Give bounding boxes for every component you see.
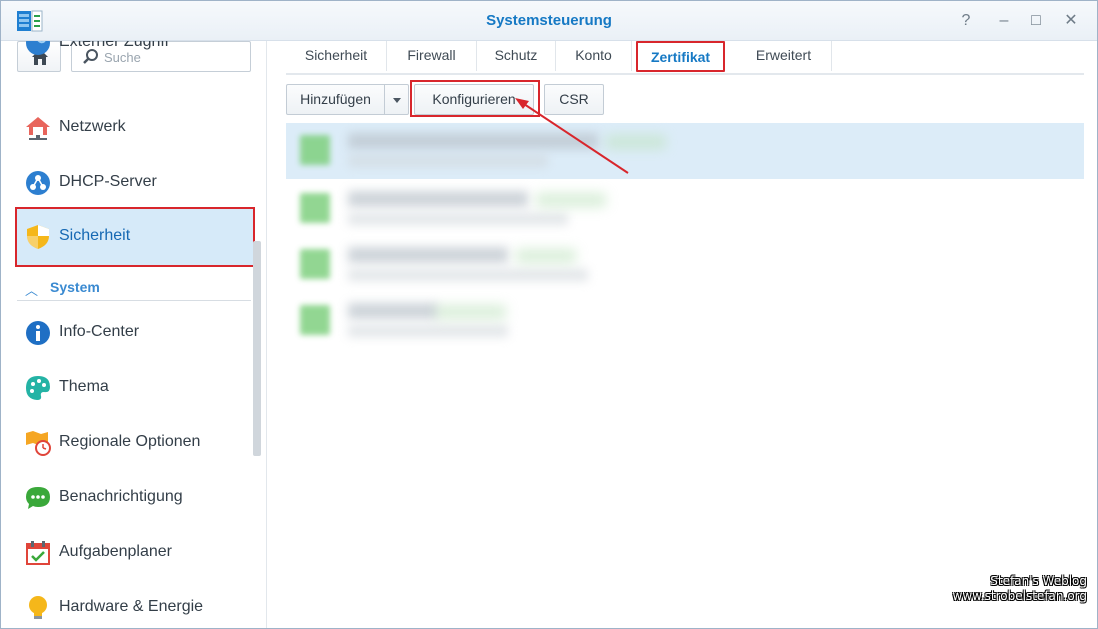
certificate-row[interactable] (286, 123, 1084, 179)
sidebar-item-label: Thema (59, 378, 109, 395)
certificate-list (286, 123, 1084, 363)
title-bar[interactable]: Systemsteuerung ? – □ ✕ (1, 1, 1097, 41)
redacted-tag (606, 135, 666, 149)
redacted-name (348, 247, 508, 263)
close-icon[interactable]: ✕ (1061, 11, 1081, 31)
control-panel-window: Systemsteuerung ? – □ ✕ Externer Zugriff (0, 0, 1098, 629)
sidebar: Externer Zugriff Netzwerk DHCP-Server (1, 41, 267, 628)
help-icon[interactable]: ? (956, 11, 976, 31)
tab-bar: Sicherheit Firewall Schutz Konto Zertifi… (286, 41, 1084, 75)
sidebar-item-label: Sicherheit (59, 227, 131, 244)
redacted-tag (516, 249, 576, 263)
map-clock-icon (26, 431, 51, 456)
certificate-status-icon (300, 135, 330, 165)
sidebar-item-notification[interactable]: Benachrichtigung (15, 468, 255, 528)
info-icon (26, 321, 50, 345)
tab-security[interactable]: Sicherheit (286, 41, 387, 71)
sidebar-item-label: Hardware & Energie (59, 598, 204, 615)
sidebar-section-system[interactable]: ︿ System (17, 277, 251, 301)
sidebar-item-info-center[interactable]: Info-Center (15, 303, 255, 363)
sidebar-item-label: Benachrichtigung (59, 488, 183, 505)
main-content: Sicherheit Firewall Schutz Konto Zertifi… (268, 41, 1097, 628)
certificate-status-icon (300, 193, 330, 223)
redacted-detail (348, 155, 548, 167)
configure-highlight-frame (410, 80, 540, 117)
sidebar-item-dhcp-server[interactable]: DHCP-Server (15, 153, 255, 213)
tab-advanced[interactable]: Erweitert (736, 41, 832, 71)
sidebar-section-label: System (50, 279, 100, 295)
globe-icon (26, 41, 50, 55)
shield-icon (27, 225, 49, 249)
redacted-name (348, 133, 598, 149)
sidebar-item-network[interactable]: Netzwerk (15, 98, 255, 158)
redacted-detail (348, 325, 508, 337)
lightbulb-icon (29, 596, 47, 619)
house-network-icon (26, 117, 50, 140)
sidebar-item-hardware-power[interactable]: Hardware & Energie (15, 578, 255, 628)
tab-certificate[interactable]: Zertifikat (636, 41, 725, 72)
redacted-name (348, 191, 528, 207)
redacted-tag (436, 305, 506, 319)
sidebar-item-label: Regionale Optionen (59, 433, 201, 450)
sidebar-item-task-scheduler[interactable]: Aufgabenplaner (15, 523, 255, 583)
chat-bubble-icon (26, 487, 50, 509)
redacted-tag (536, 193, 606, 207)
sidebar-scrollbar[interactable] (253, 241, 261, 456)
redacted-name (348, 303, 438, 319)
certificate-row[interactable] (286, 181, 1084, 237)
palette-icon (26, 376, 50, 400)
tab-account[interactable]: Konto (556, 41, 632, 71)
window-title: Systemsteuerung (486, 12, 612, 29)
certificate-status-icon (300, 305, 330, 335)
watermark-line1: Stefan's Weblog (990, 574, 1087, 588)
redacted-detail (348, 213, 568, 225)
certificate-row[interactable] (286, 293, 1084, 349)
sidebar-item-label: Info-Center (59, 323, 140, 340)
sidebar-item-label: DHCP-Server (59, 173, 157, 190)
sidebar-item-label: Netzwerk (59, 118, 126, 135)
calendar-check-icon (26, 541, 50, 565)
redacted-detail (348, 269, 588, 281)
dhcp-icon (26, 171, 50, 195)
certificate-status-icon (300, 249, 330, 279)
csr-button[interactable]: CSR (544, 84, 604, 115)
watermark: Stefan's Weblog www.strobelstefan.org (953, 574, 1087, 604)
sidebar-item-theme[interactable]: Thema (15, 358, 255, 418)
sidebar-item-label: Externer Zugriff (59, 41, 169, 50)
chevron-up-icon: ︿ (25, 283, 39, 298)
certificate-row[interactable] (286, 237, 1084, 293)
maximize-icon[interactable]: □ (1026, 11, 1046, 31)
add-dropdown-button[interactable] (385, 84, 409, 115)
caret-down-icon (393, 98, 401, 103)
sidebar-item-external-access[interactable]: Externer Zugriff (15, 41, 255, 84)
sidebar-item-label: Aufgabenplaner (59, 543, 172, 560)
tab-firewall[interactable]: Firewall (387, 41, 477, 71)
add-button[interactable]: Hinzufügen (286, 84, 385, 115)
sidebar-item-security[interactable]: Sicherheit (15, 207, 255, 267)
tab-protection[interactable]: Schutz (477, 41, 556, 71)
watermark-line2: www.strobelstefan.org (952, 589, 1087, 603)
minimize-icon[interactable]: – (994, 11, 1014, 31)
sidebar-item-regional-options[interactable]: Regionale Optionen (15, 413, 255, 473)
